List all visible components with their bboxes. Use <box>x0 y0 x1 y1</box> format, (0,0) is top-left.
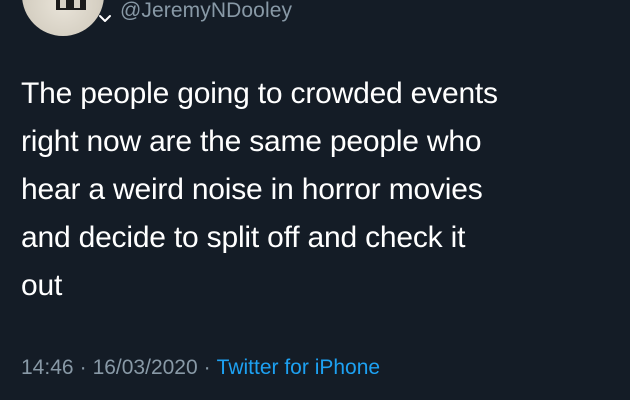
avatar-mark-gap-right <box>74 0 80 8</box>
tweet-card: @JeremyNDooley The people going to crowd… <box>0 0 630 400</box>
chevron-down-icon[interactable] <box>98 12 112 26</box>
tweet-text: The people going to crowded events right… <box>21 70 621 310</box>
tweet-date[interactable]: 16/03/2020 <box>93 356 198 379</box>
user-handle[interactable]: @JeremyNDooley <box>120 0 292 23</box>
tweet-text-line: The people going to crowded events <box>21 77 498 110</box>
tweet-text-line: out <box>21 269 63 302</box>
meta-separator: · <box>79 356 87 379</box>
avatar-mark-gap-left <box>60 0 66 8</box>
tweet-source-link[interactable]: Twitter for iPhone <box>217 356 380 379</box>
tweet-text-line: and decide to split off and check it <box>21 221 466 254</box>
tweet-meta: 14:46 · 16/03/2020 · Twitter for iPhone <box>21 356 380 380</box>
avatar[interactable] <box>22 0 104 36</box>
tweet-text-line: hear a weird noise in horror movies <box>21 173 483 206</box>
meta-separator: · <box>203 356 211 379</box>
tweet-time[interactable]: 14:46 <box>21 356 74 379</box>
tweet-text-line: right now are the same people who <box>21 125 482 158</box>
